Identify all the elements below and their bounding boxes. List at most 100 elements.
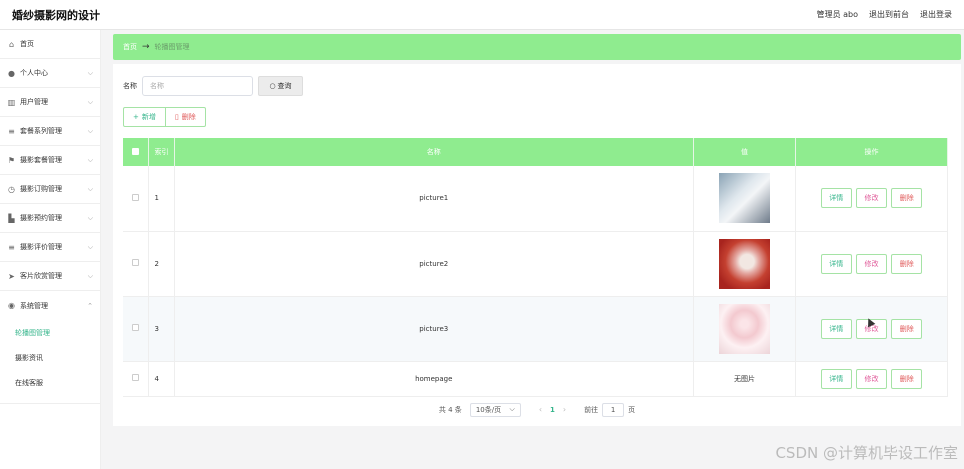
prev-page-icon[interactable]: ‹	[539, 405, 542, 414]
goto-label: 前往	[584, 405, 599, 414]
row-checkbox[interactable]	[131, 374, 139, 381]
detail-button[interactable]: 详情	[820, 318, 852, 339]
search-button[interactable]: ○ 查询	[258, 76, 303, 96]
sidebar-item-label: 客片欣赏管理	[20, 272, 62, 280]
table-header-row: 索引 名称 值 操作	[123, 138, 948, 166]
sidebar-item-label: 摄影评价管理	[20, 243, 62, 251]
sidebar-item-appointments[interactable]: ▙ 摄影预约管理 ⌵	[0, 204, 100, 233]
sidebar-item-profile[interactable]: ● 个人中心 ⌵	[0, 59, 100, 88]
sidebar: ⌂ 首页 ● 个人中心 ⌵ ▥ 用户管理 ⌵ ≡ 套餐系列管理 ⌵ ⚑ 摄影套餐…	[0, 30, 101, 469]
detail-button[interactable]: 详情	[820, 253, 852, 274]
row-checkbox[interactable]	[131, 324, 139, 331]
bar-chart-icon: ▙	[8, 213, 15, 223]
chevron-down-icon: ⌵	[87, 126, 93, 135]
sidebar-item-label: 个人中心	[20, 69, 48, 77]
sidebar-item-label: 摄影订购管理	[20, 185, 62, 193]
detail-button[interactable]: 详情	[820, 368, 852, 389]
wedding-photo-thumbnail[interactable]	[719, 173, 770, 224]
list-icon: ≡	[8, 126, 15, 136]
exit-to-front-link[interactable]: 退出到前台	[869, 9, 909, 20]
sidebar-item-package-series[interactable]: ≡ 套餐系列管理 ⌵	[0, 117, 100, 146]
row-checkbox[interactable]	[131, 259, 139, 266]
row-checkbox-cell	[123, 231, 149, 297]
sidebar-subitem-carousel[interactable]: 轮播图管理	[0, 320, 100, 345]
wedding-photo-thumbnail[interactable]	[719, 303, 770, 354]
pagination: 共 4 条 10条/页 ⌵ ‹ 1 › 前往 1 页	[123, 402, 951, 417]
chevron-down-icon: ⌵	[87, 155, 93, 164]
sidebar-item-gallery[interactable]: ➤ 客片欣赏管理 ⌵	[0, 262, 100, 291]
no-image-text: 无图片	[734, 374, 755, 383]
row-image-cell: 无图片	[693, 361, 796, 397]
pagination-total: 共 4 条	[438, 405, 462, 414]
sidebar-subitem-customer-service[interactable]: 在线客服	[0, 370, 100, 395]
sidebar-item-label: 系统管理	[20, 301, 48, 310]
top-header: 婚纱摄影网的设计 管理员 abo 退出到前台 退出登录	[0, 0, 964, 30]
search-bar: 名称 名称 ○ 查询	[123, 75, 951, 97]
search-input[interactable]: 名称	[142, 76, 253, 96]
goto-page: 前往 1 页	[584, 402, 636, 417]
trash-icon: ▯	[174, 113, 179, 121]
chart-icon: ▥	[7, 97, 16, 107]
chevron-down-icon: ⌵	[509, 405, 515, 413]
page-size-select[interactable]: 10条/页 ⌵	[469, 402, 521, 417]
sidebar-item-label: 首页	[20, 40, 34, 48]
clock-icon: ◷	[8, 184, 15, 194]
sidebar-item-users[interactable]: ▥ 用户管理 ⌵	[0, 88, 100, 117]
admin-name: 管理员 abo	[816, 10, 858, 19]
row-image-cell	[693, 296, 796, 362]
header-image[interactable]: 值	[693, 138, 796, 166]
edit-button[interactable]: 修改	[856, 253, 887, 274]
breadcrumb: 首页 → 轮播图管理	[113, 34, 961, 60]
row-name: picture2	[174, 231, 694, 297]
chevron-down-icon: ⌵	[87, 242, 93, 251]
logout-link[interactable]: 退出登录	[920, 9, 952, 20]
app-title: 婚纱摄影网的设计	[12, 8, 100, 22]
list-icon: ≡	[8, 242, 15, 252]
watermark: CSDN @计算机毕设工作室	[775, 444, 958, 462]
flag-icon: ⚑	[7, 155, 16, 165]
edit-button[interactable]: 修改	[856, 188, 887, 209]
sidebar-item-label: 摄影预约管理	[20, 214, 62, 222]
add-button[interactable]: + 新增	[123, 107, 166, 127]
header-links: 管理员 abo 退出到前台 退出登录	[817, 9, 952, 20]
breadcrumb-home[interactable]: 首页	[123, 42, 137, 52]
sidebar-subitem-news[interactable]: 摄影资讯	[0, 345, 100, 370]
goto-unit: 页	[628, 405, 636, 414]
sidebar-item-system[interactable]: ◉ 系统管理 ⌃	[0, 291, 100, 320]
row-index: 1	[148, 166, 175, 232]
goto-page-input[interactable]: 1	[602, 402, 625, 417]
row-checkbox-cell	[123, 361, 149, 397]
sidebar-item-orders[interactable]: ◷ 摄影订购管理 ⌵	[0, 175, 100, 204]
chevron-down-icon: ⌵	[87, 97, 93, 106]
detail-button[interactable]: 详情	[820, 188, 852, 209]
sidebar-item-reviews[interactable]: ≡ 摄影评价管理 ⌵	[0, 233, 100, 262]
edit-button[interactable]: 修改	[856, 368, 887, 389]
table-row: 2 picture2 详情 修改 删除	[123, 231, 948, 297]
next-page-icon[interactable]: ›	[563, 405, 566, 414]
content-panel: 名称 名称 ○ 查询 + 新增 ▯ 删除 索引 名称 值 操作 1 pictur…	[113, 64, 961, 426]
delete-button[interactable]: 删除	[891, 253, 923, 274]
wedding-photo-thumbnail[interactable]	[719, 238, 770, 289]
data-table: 索引 名称 值 操作 1 picture1 详情 修改 删除 2 picture…	[123, 138, 948, 397]
header-name[interactable]: 名称	[174, 138, 694, 166]
breadcrumb-current: 轮播图管理	[154, 43, 190, 51]
header-index: 索引	[148, 138, 175, 166]
delete-button[interactable]: 删除	[891, 188, 923, 209]
delete-button[interactable]: 删除	[891, 318, 923, 339]
row-actions: 详情 修改 删除	[795, 361, 948, 397]
sidebar-item-home[interactable]: ⌂ 首页	[0, 30, 100, 59]
row-checkbox[interactable]	[131, 193, 139, 201]
select-all-checkbox[interactable]	[131, 147, 139, 155]
row-image-cell	[693, 166, 796, 232]
delete-button[interactable]: 删除	[891, 368, 923, 389]
sidebar-item-photo-package[interactable]: ⚑ 摄影套餐管理 ⌵	[0, 146, 100, 175]
sidebar-item-label: 套餐系列管理	[20, 127, 62, 135]
row-name: picture3	[174, 296, 694, 362]
row-name: picture1	[174, 166, 694, 232]
select-all-cell	[123, 138, 149, 166]
plus-icon: +	[133, 113, 139, 121]
batch-delete-button[interactable]: ▯ 删除	[165, 107, 206, 127]
search-label: 名称	[123, 82, 137, 90]
page-number-current[interactable]: 1	[550, 406, 555, 414]
chevron-up-icon: ⌃	[87, 301, 93, 310]
